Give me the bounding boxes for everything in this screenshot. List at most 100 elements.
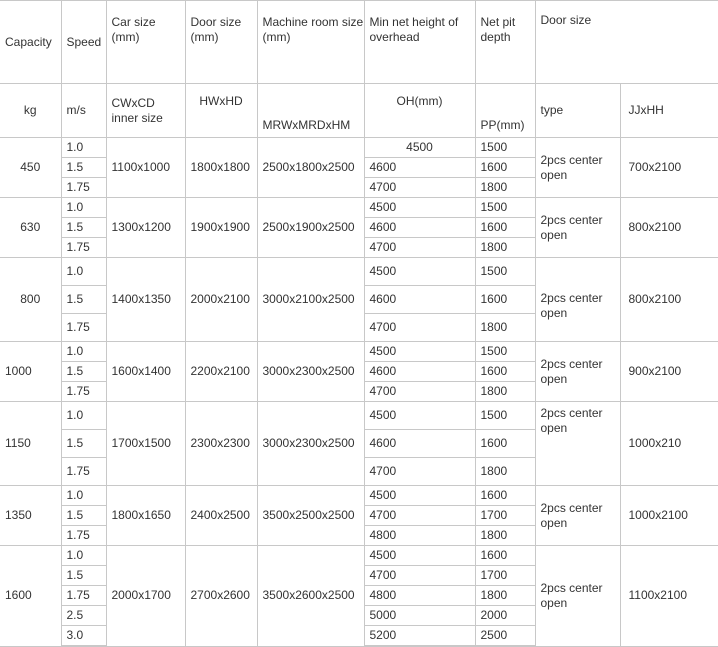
overhead-cell: 5200 [363,625,476,647]
overhead-cell: 4500 [363,197,476,218]
door-type-cell: 2pcs center open [534,401,621,486]
speed-cell: 1.75 [60,381,107,402]
pit-depth-cell: 1500 [474,137,536,158]
door-size-cell: 1900x1900 [184,197,258,258]
pit-depth-cell: 1800 [474,313,536,342]
overhead-cell: 4600 [363,157,476,178]
car-size-cell: 1300x1200 [105,197,186,258]
door-type-cell: 2pcs center open [534,197,621,258]
door-size-cell: 2200x2100 [184,341,258,402]
capacity-cell: 1600 [0,545,62,647]
table-row: 1150 1.0 1700x1500 2300x2300 3000x2300x2500 4… [0,401,718,486]
unit-door-size: HWxHD [184,83,258,138]
pit-depth-cell: 1600 [474,157,536,178]
speed-cell: 1.75 [60,237,107,258]
speed-cell: 1.5 [60,429,107,458]
speed-cell: 1.5 [60,361,107,382]
overhead-cell: 4700 [363,237,476,258]
speed-cell: 1.0 [60,341,107,362]
door-type-cell: 2pcs center open [534,545,621,647]
pit-depth-cell: 2000 [474,605,536,626]
speed-cell: 1.75 [60,313,107,342]
pit-depth-cell: 1500 [474,401,536,430]
speed-cell: 1.5 [60,285,107,314]
speed-cell: 1.75 [60,525,107,546]
car-size-cell: 1800x1650 [105,485,186,546]
speed-cell: 1.0 [60,545,107,566]
overhead-cell: 4600 [363,429,476,458]
pit-depth-cell: 1800 [474,525,536,546]
pit-depth-cell: 1500 [474,341,536,362]
header-row-titles: Capacity Speed Car size (mm) Door size (… [0,0,718,84]
speed-cell: 1.75 [60,585,107,606]
door-dim-cell: 800x2100 [619,257,718,342]
elevator-spec-table: Capacity Speed Car size (mm) Door size (… [0,0,718,647]
speed-cell: 1.0 [60,401,107,430]
speed-cell: 1.75 [60,177,107,198]
capacity-cell: 1000 [0,341,62,402]
overhead-cell: 4500 [363,401,476,430]
speed-cell: 1.5 [60,505,107,526]
door-type-cell: 2pcs center open [534,137,621,198]
table-row: 450 1.0 1100x1000 1800x1800 2500x1800x2500 45… [0,137,718,198]
overhead-cell: 4700 [363,381,476,402]
machine-room-cell: 2500x1900x2500 [256,197,365,258]
capacity-cell: 800 [0,257,62,342]
pit-depth-cell: 1700 [474,565,536,586]
door-dim-cell: 1100x2100 [619,545,718,647]
pit-depth-cell: 1800 [474,177,536,198]
machine-room-cell: 3000x2100x2500 [256,257,365,342]
machine-room-cell: 3000x2300x2500 [256,341,365,402]
door-dim-cell: 900x2100 [619,341,718,402]
door-dim-cell: 1000x210 [619,401,718,486]
overhead-cell: 4500 [363,137,476,158]
speed-cell: 1.5 [60,217,107,238]
speed-cell: 1.0 [60,137,107,158]
overhead-cell: 4600 [363,217,476,238]
car-size-cell: 1100x1000 [105,137,186,198]
speed-cell: 1.5 [60,565,107,586]
door-type-cell: 2pcs center open [534,341,621,402]
door-dim-cell: 1000x2100 [619,485,718,546]
overhead-cell: 4700 [363,457,476,486]
overhead-cell: 4500 [363,257,476,286]
overhead-cell: 4500 [363,485,476,506]
car-size-cell: 1600x1400 [105,341,186,402]
overhead-cell: 4500 [363,545,476,566]
door-type-cell: 2pcs center open [534,485,621,546]
machine-room-cell: 3500x2500x2500 [256,485,365,546]
car-size-cell: 1700x1500 [105,401,186,486]
pit-depth-cell: 1600 [474,485,536,506]
pit-depth-cell: 2500 [474,625,536,647]
speed-cell: 1.75 [60,457,107,486]
overhead-cell: 4500 [363,341,476,362]
table-row: 800 1.0 1400x1350 2000x2100 3000x2100x2500 45… [0,257,718,342]
capacity-cell: 1350 [0,485,62,546]
machine-room-cell: 3500x2600x2500 [256,545,365,647]
overhead-cell: 4700 [363,505,476,526]
header-door-size: Door size [534,0,718,84]
overhead-cell: 4700 [363,177,476,198]
pit-depth-cell: 1600 [474,429,536,458]
pit-depth-cell: 1800 [474,237,536,258]
speed-cell: 1.0 [60,197,107,218]
speed-cell: 1.0 [60,257,107,286]
unit-machine-room: MRWxMRDxHM [256,83,365,138]
unit-pit: PP(mm) [474,83,536,138]
pit-depth-cell: 1500 [474,197,536,218]
table-row: 1000 1.0 1600x1400 2200x2100 3000x2300x2500 4… [0,341,718,402]
pit-depth-cell: 1700 [474,505,536,526]
header-machine-room: Machine room size (mm) [256,0,365,84]
header-car-size: Car size (mm) [105,0,186,84]
pit-depth-cell: 1600 [474,217,536,238]
unit-car-size: CWxCD inner size [105,83,186,138]
speed-cell: 1.5 [60,157,107,178]
unit-door-dim: JJxHH [619,83,718,138]
door-size-cell: 2300x2300 [184,401,258,486]
unit-door-type: type [534,83,621,138]
speed-cell: 2.5 [60,605,107,626]
table-row: 1600 1.0 2000x1700 2700x2600 3500x2600x2500 4… [0,545,718,647]
door-size-cell: 2700x2600 [184,545,258,647]
table-row: 630 1.0 1300x1200 1900x1900 2500x1900x2500 45… [0,197,718,258]
unit-capacity: kg [0,83,62,138]
